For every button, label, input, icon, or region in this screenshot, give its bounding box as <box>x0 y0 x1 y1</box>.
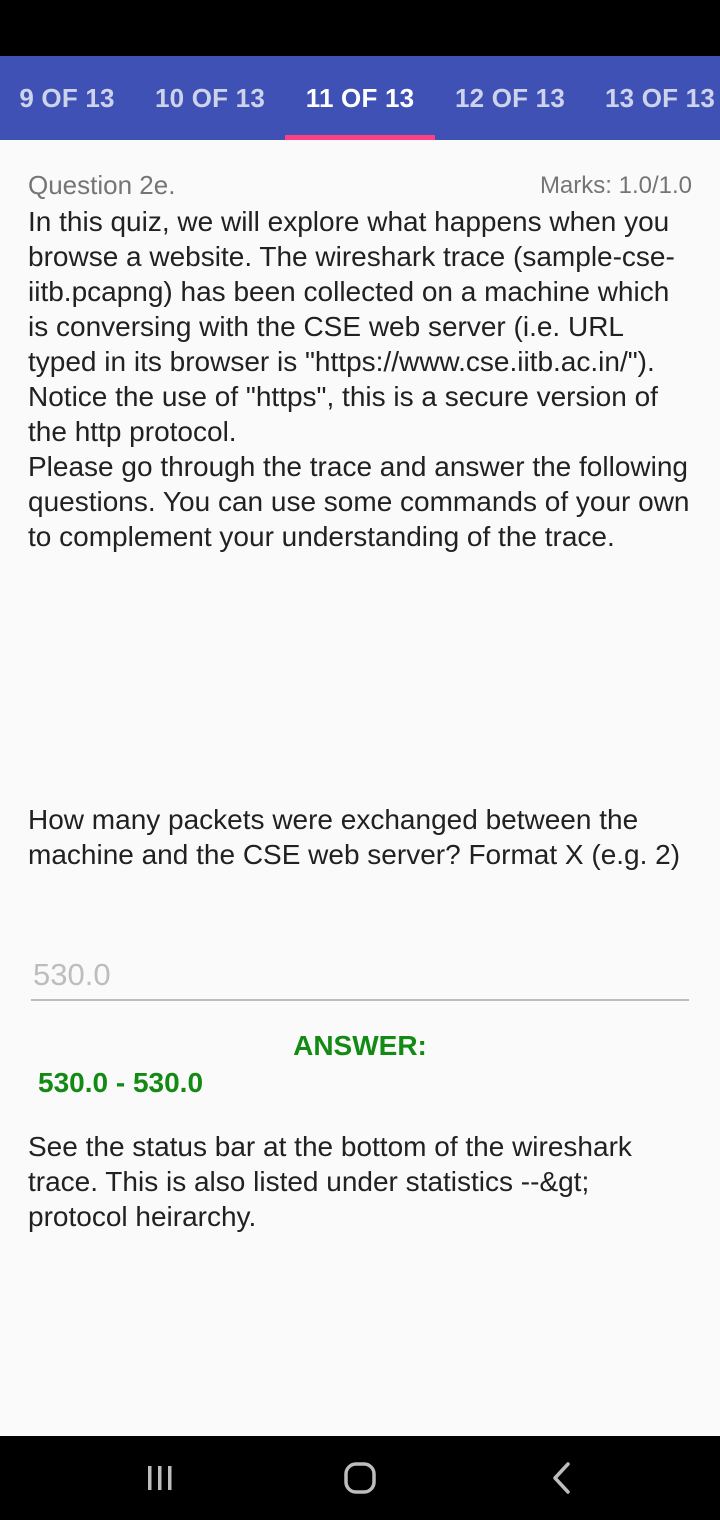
answer-range: 530.0 - 530.0 <box>38 1067 204 1098</box>
question-number: Question 2e. <box>28 170 176 200</box>
tab-10-of-13[interactable]: 10 OF 13 <box>135 56 285 140</box>
home-icon <box>344 1462 376 1494</box>
status-bar <box>0 0 720 56</box>
question-paragraph: Notice the use of "https", this is a sec… <box>28 381 658 447</box>
recent-apps-icon <box>148 1466 172 1490</box>
question-paragraph: In this quiz, we will explore what happe… <box>28 206 675 377</box>
tab-9-of-13[interactable]: 9 OF 13 <box>0 56 142 140</box>
quiz-screen: 9 OF 13 10 OF 13 11 OF 13 12 OF 13 13 OF… <box>0 0 720 1520</box>
answer-input[interactable] <box>31 950 689 1001</box>
question-marks: Marks: 1.0/1.0 <box>539 172 692 199</box>
recent-apps-button[interactable] <box>100 1436 220 1520</box>
tab-11-of-13[interactable]: 11 OF 13 <box>285 56 435 140</box>
tab-12-of-13[interactable]: 12 OF 13 <box>435 56 585 140</box>
back-button[interactable] <box>502 1436 622 1520</box>
question-header: Question 2e. Marks: 1.0/1.0 <box>28 140 692 200</box>
question-tab-bar[interactable]: 9 OF 13 10 OF 13 11 OF 13 12 OF 13 13 OF… <box>0 56 720 140</box>
answer-label: ANSWER: <box>293 1030 427 1061</box>
system-nav-bar <box>0 1436 720 1520</box>
question-text: In this quiz, we will explore what happe… <box>28 204 692 554</box>
home-button[interactable] <box>300 1436 420 1520</box>
sub-question-text: How many packets were exchanged between … <box>28 804 681 870</box>
question-card: Question 2e. Marks: 1.0/1.0 In this quiz… <box>28 140 692 554</box>
tab-13-of-13[interactable]: 13 OF 13 <box>585 56 720 140</box>
question-paragraph: Please go through the trace and answer t… <box>28 451 690 552</box>
back-icon <box>553 1462 570 1494</box>
answer-explanation: See the status bar at the bottom of the … <box>28 1131 632 1232</box>
